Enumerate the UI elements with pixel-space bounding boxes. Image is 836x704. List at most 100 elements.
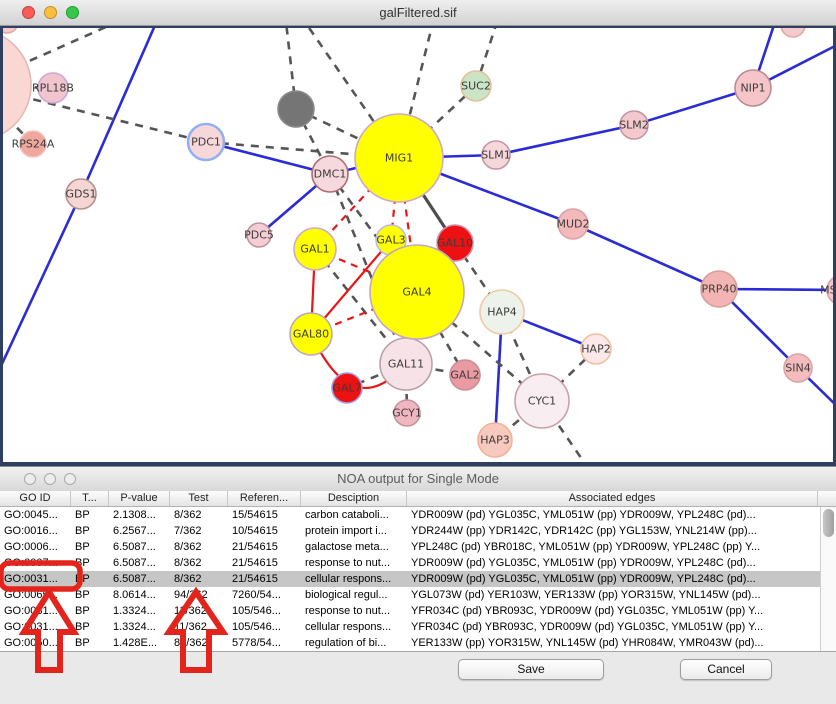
network-edge — [573, 224, 719, 289]
network-window-title: galFiltered.sif — [379, 5, 456, 20]
table-cell: YFR034C (pd) YBR093C, YDR009W (pd) YGL03… — [407, 619, 818, 635]
table-cell: GO:0006... — [0, 539, 71, 555]
table-cell: BP — [71, 523, 109, 539]
table-cell: BP — [71, 587, 109, 603]
table-cell: BP — [71, 619, 109, 635]
table-cell: 11/362 — [170, 603, 228, 619]
column-header-test[interactable]: Test — [170, 491, 228, 506]
table-cell: 8/362 — [170, 539, 228, 555]
table-cell: regulation of bi... — [301, 635, 407, 651]
table-cell: 8.0614... — [109, 587, 170, 603]
network-node-label: MIG1 — [385, 152, 413, 165]
table-cell: carbon cataboli... — [301, 507, 407, 523]
cancel-button[interactable]: Cancel — [680, 659, 772, 680]
table-row[interactable]: GO:0065...BP8.0614...94/3627260/54...bio… — [0, 587, 820, 603]
vertical-scrollbar[interactable] — [820, 507, 836, 651]
network-node-cornertl[interactable] — [3, 28, 18, 33]
table-row[interactable]: GO:0045...BP2.1308...8/36215/54615carbon… — [0, 507, 820, 523]
network-node-label: GAL4 — [402, 286, 431, 299]
table-cell: 6.5087... — [109, 539, 170, 555]
table-row[interactable]: GO:0031...BP1.3324...11/362105/546...cel… — [0, 619, 820, 635]
network-node-label: HAP2 — [581, 343, 610, 356]
network-node-label: MUD2 — [556, 218, 589, 231]
table-cell: 10/54615 — [228, 523, 301, 539]
table-cell: 105/546... — [228, 619, 301, 635]
table-row[interactable]: GO:0031...BP1.3324...11/362105/546...res… — [0, 603, 820, 619]
table-cell: response to nut... — [301, 555, 407, 571]
table-row[interactable]: GO:0050...BP1.428E...80/3625778/54...reg… — [0, 635, 820, 651]
table-cell: YFR034C (pd) YBR093C, YDR009W (pd) YGL03… — [407, 603, 818, 619]
table-cell: 6.5087... — [109, 571, 170, 587]
table-header: GO IDT...P-valueTestReferen...Desciption… — [0, 491, 836, 507]
network-edge — [81, 28, 156, 194]
network-node-label: SLM1 — [481, 149, 511, 162]
noa-window-titlebar[interactable]: NOA output for Single Mode — [0, 467, 836, 492]
column-header-t-[interactable]: T... — [71, 491, 109, 506]
column-header-go-id[interactable]: GO ID — [0, 491, 71, 506]
network-canvas[interactable]: RPL18BRPS24AGDS1PDC1DMC1MIG1PDC5SUC2SLM1… — [0, 26, 836, 466]
network-edge — [3, 194, 81, 366]
table-cell: GO:0065... — [0, 587, 71, 603]
column-header-blank — [818, 491, 836, 506]
network-node-topright[interactable] — [781, 28, 805, 37]
close-button[interactable] — [22, 6, 35, 19]
network-node-label: HAP3 — [480, 434, 509, 447]
table-cell: 15/54615 — [228, 507, 301, 523]
table-cell: response to nut... — [301, 603, 407, 619]
table-bottom-divider — [0, 651, 836, 652]
scrollbar-thumb[interactable] — [823, 509, 834, 537]
table-cell: BP — [71, 507, 109, 523]
table-cell: BP — [71, 603, 109, 619]
table-cell: BP — [71, 539, 109, 555]
table-row[interactable]: GO:0007...BP6.5087...8/36221/54615respon… — [0, 555, 820, 571]
network-node-bigleft[interactable] — [3, 29, 31, 141]
network-node-label: SUC2 — [461, 80, 491, 93]
network-node-label: DMC1 — [314, 168, 347, 181]
table-cell: cellular respons... — [301, 571, 407, 587]
network-node-label: GAL2 — [450, 369, 479, 382]
column-header-p-value[interactable]: P-value — [109, 491, 170, 506]
table-row[interactable]: GO:0016...BP6.2567...7/36210/54615protei… — [0, 523, 820, 539]
network-node-label: GAL3 — [376, 234, 405, 247]
network-node-label: GCY1 — [392, 407, 422, 420]
network-node-label: GAL80 — [293, 328, 329, 341]
table-cell: YPL248C (pd) YBR018C, YML051W (pp) YDR00… — [407, 539, 818, 555]
table-cell: GO:0050... — [0, 635, 71, 651]
close-button-inactive[interactable] — [24, 473, 36, 485]
table-cell: galactose meta... — [301, 539, 407, 555]
table-cell: 21/54615 — [228, 555, 301, 571]
network-node-gray1[interactable] — [278, 91, 314, 127]
table-cell: YGL073W (pd) YER103W, YER133W (pp) YOR31… — [407, 587, 818, 603]
table-cell: 6.5087... — [109, 555, 170, 571]
table-cell: 1.3324... — [109, 603, 170, 619]
table-cell: 8/362 — [170, 571, 228, 587]
network-graph: RPL18BRPS24AGDS1PDC1DMC1MIG1PDC5SUC2SLM1… — [3, 28, 833, 462]
minimize-button[interactable] — [44, 6, 57, 19]
column-header-desciption[interactable]: Desciption — [301, 491, 407, 506]
table-body: GO:0045...BP2.1308...8/36215/54615carbon… — [0, 507, 820, 651]
table-cell: BP — [71, 555, 109, 571]
table-cell: 5778/54... — [228, 635, 301, 651]
network-node-label: HAP4 — [487, 306, 516, 319]
network-node-label: GDS1 — [66, 188, 97, 201]
save-button[interactable]: Save — [458, 659, 604, 680]
network-window-titlebar[interactable]: galFiltered.sif — [0, 0, 836, 26]
table-cell: YDR009W (pd) YGL035C, YML051W (pp) YDR00… — [407, 571, 818, 587]
noa-window-title: NOA output for Single Mode — [337, 471, 499, 486]
network-node-label: NIP1 — [740, 82, 765, 95]
network-node-label: PDC1 — [191, 136, 221, 149]
column-header-associated-edges[interactable]: Associated edges — [407, 491, 818, 506]
table-cell: 1.428E... — [109, 635, 170, 651]
zoom-button-inactive[interactable] — [64, 473, 76, 485]
table-cell: 21/54615 — [228, 571, 301, 587]
column-header-referen-[interactable]: Referen... — [228, 491, 301, 506]
table-cell: 94/362 — [170, 587, 228, 603]
table-row[interactable]: GO:0031...BP6.5087...8/36221/54615cellul… — [0, 571, 820, 587]
network-node-label: GAL1 — [300, 243, 329, 256]
zoom-button[interactable] — [66, 6, 79, 19]
table-row[interactable]: GO:0006...BP6.5087...8/36221/54615galact… — [0, 539, 820, 555]
table-cell: 8/362 — [170, 555, 228, 571]
minimize-button-inactive[interactable] — [44, 473, 56, 485]
network-node-label: PDC5 — [244, 229, 274, 242]
table-cell: YDR009W (pd) YGL035C, YML051W (pp) YDR00… — [407, 555, 818, 571]
